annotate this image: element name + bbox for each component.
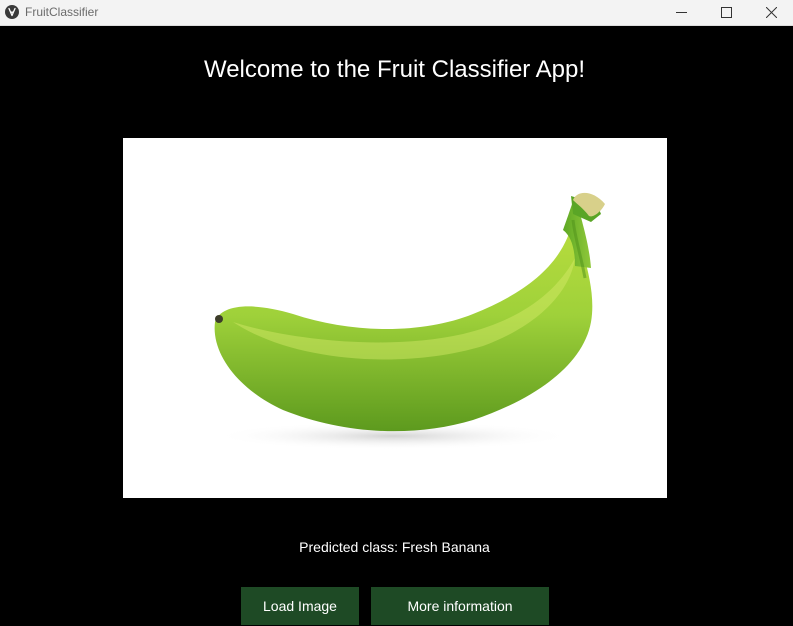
- minimize-icon: [676, 12, 687, 13]
- close-button[interactable]: [749, 0, 793, 26]
- welcome-heading: Welcome to the Fruit Classifier App!: [203, 56, 586, 83]
- title-bar[interactable]: FruitClassifier: [0, 0, 793, 26]
- prediction-label: Predicted class: Fresh Banana: [299, 539, 490, 555]
- banana-illustration: [213, 192, 605, 450]
- load-image-button[interactable]: Load Image: [241, 587, 359, 625]
- maximize-button[interactable]: [704, 0, 749, 26]
- close-icon: [766, 7, 777, 18]
- fruit-image: [123, 138, 667, 498]
- app-window: FruitClassifier Welcome to the Fruit Cla…: [0, 0, 793, 626]
- maximize-icon: [721, 7, 732, 18]
- window-title: FruitClassifier: [25, 5, 99, 19]
- app-logo-icon: [5, 5, 19, 19]
- minimize-button[interactable]: [659, 0, 704, 26]
- more-information-button[interactable]: More information: [371, 587, 549, 625]
